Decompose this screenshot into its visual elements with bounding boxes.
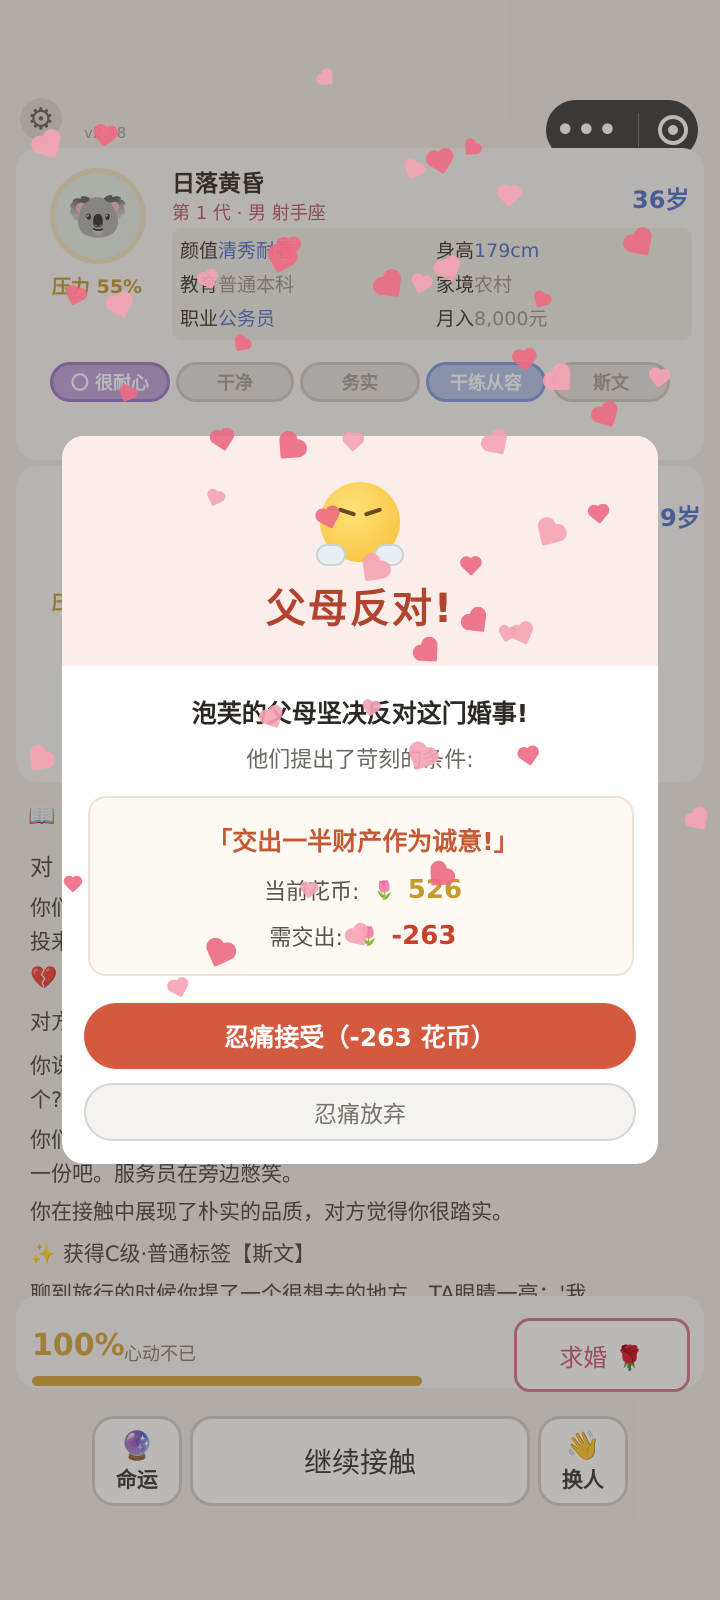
petal-icon bbox=[381, 277, 401, 297]
petal-icon bbox=[362, 560, 384, 582]
dialog-message: 泡芙的父母坚决反对这门婚事! bbox=[191, 699, 529, 728]
petal-icon bbox=[29, 751, 49, 771]
tulip-icon: 🌷 bbox=[373, 879, 396, 901]
condition-box: 「交出一半财产作为诚意!」 当前花币: 🌷 526 需交出: 🌷 -263 bbox=[88, 796, 634, 976]
petal-icon bbox=[279, 439, 299, 459]
pay-coins-label: 需交出: bbox=[269, 926, 343, 951]
petal-icon bbox=[420, 644, 438, 662]
petal-icon bbox=[630, 234, 652, 256]
petal-icon bbox=[690, 812, 708, 830]
parents-oppose-dialog: 父母反对! 泡芙的父母坚决反对这门婚事! 他们提出了苛刻的条件: 「交出一半财产… bbox=[62, 436, 658, 1164]
petal-icon bbox=[551, 371, 571, 391]
petal-icon bbox=[487, 435, 507, 455]
accept-button[interactable]: 忍痛接受（-263 花币） bbox=[84, 1003, 636, 1069]
condition-text: 「交出一半财产作为诚意!」 bbox=[207, 827, 519, 856]
current-coins-row: 当前花币: 🌷 526 bbox=[90, 874, 636, 906]
petal-icon bbox=[465, 143, 477, 155]
dialog-header: 父母反对! bbox=[62, 436, 658, 666]
dialog-title: 父母反对! bbox=[265, 586, 455, 632]
give-up-button[interactable]: 忍痛放弃 bbox=[84, 1083, 636, 1141]
pay-coins-value: -263 bbox=[391, 921, 457, 951]
petal-icon bbox=[430, 868, 448, 886]
petal-icon bbox=[321, 73, 333, 85]
petal-icon bbox=[467, 613, 487, 633]
dialog-submessage: 他们提出了苛刻的条件: bbox=[246, 748, 474, 773]
petal-icon bbox=[234, 338, 248, 352]
